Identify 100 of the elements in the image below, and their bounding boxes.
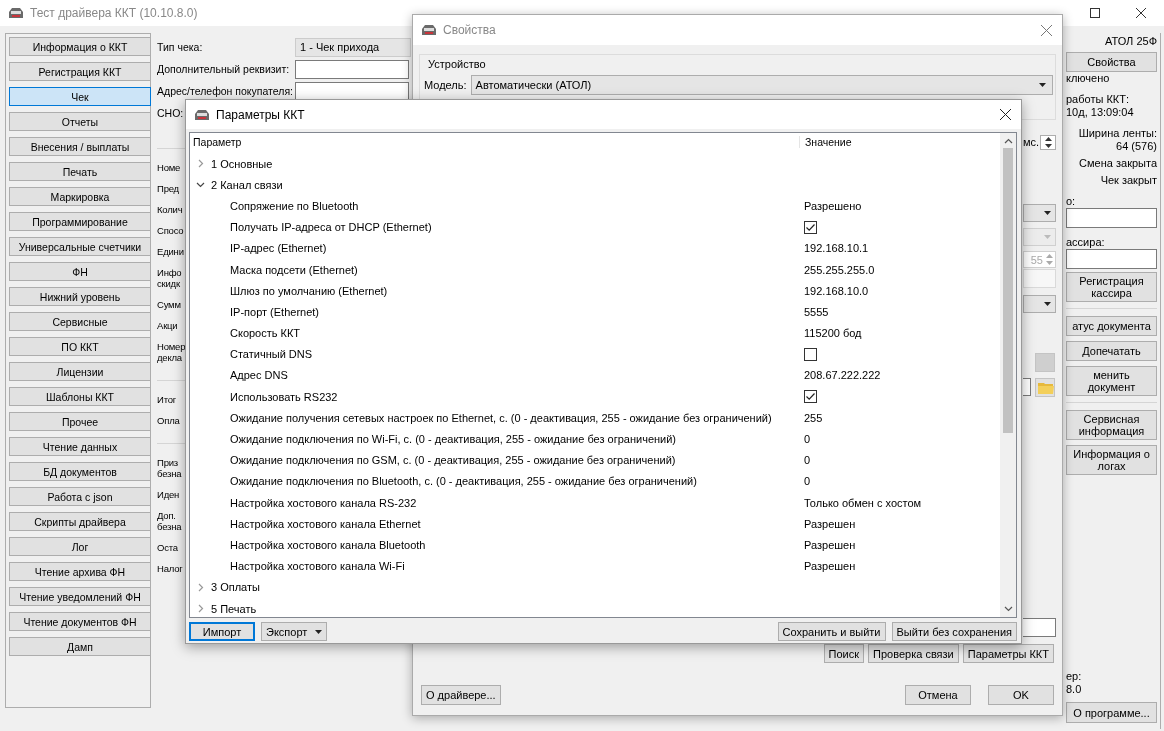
panel-button[interactable]: атус документа <box>1066 316 1157 336</box>
save-and-exit-button[interactable]: Сохранить и выйти <box>777 622 886 641</box>
input-field[interactable] <box>1066 249 1157 269</box>
input-field[interactable] <box>1023 618 1056 637</box>
input-field[interactable] <box>295 59 409 79</box>
dropdown[interactable] <box>1023 295 1056 313</box>
parameter-value[interactable]: 192.168.10.1 <box>804 242 869 255</box>
ok-button[interactable]: OK <box>988 685 1054 705</box>
sidebar-button[interactable]: БД документов <box>9 462 151 481</box>
checkbox[interactable] <box>804 347 817 361</box>
parameter-value[interactable]: 192.168.10.0 <box>804 284 869 297</box>
panel-button[interactable]: менить документ <box>1066 366 1157 396</box>
dialog-title: Свойства <box>443 23 496 37</box>
sidebar-button[interactable]: Отчеты <box>9 112 151 131</box>
tree-group[interactable]: 5 Печать <box>211 602 257 615</box>
sidebar-button[interactable]: Сервисные <box>9 312 151 331</box>
chevron-right-icon[interactable] <box>196 604 205 614</box>
dropdown-arrow-icon <box>1039 83 1046 87</box>
sidebar-button[interactable]: Информация о ККТ <box>9 37 151 56</box>
sidebar-button[interactable]: Внесения / выплаты <box>9 137 151 156</box>
parameter-value[interactable]: 0 <box>804 454 811 467</box>
sidebar-button[interactable]: Чтение данных <box>9 437 151 456</box>
parameter-value[interactable]: Разрешен <box>804 538 856 551</box>
close-icon[interactable] <box>1136 8 1146 18</box>
properties-button[interactable]: Свойства <box>1066 52 1157 72</box>
cancel-button[interactable]: Отмена <box>905 685 971 705</box>
device-model: АТОЛ 25Ф <box>1105 35 1157 48</box>
dialog-button[interactable]: Поиск <box>823 644 865 663</box>
export-button[interactable]: Экспорт <box>261 622 328 641</box>
parameter-value[interactable]: 5555 <box>804 305 829 318</box>
receipt-type-dropdown[interactable]: 1 - Чек прихода <box>295 37 411 57</box>
parameter-value[interactable]: Разрешено <box>804 199 862 212</box>
column-header[interactable]: Параметр <box>190 136 799 148</box>
chevron-right-icon[interactable] <box>196 582 205 592</box>
sidebar-button[interactable]: Нижний уровень <box>9 287 151 306</box>
sidebar-button[interactable]: Чтение документов ФН <box>9 612 151 631</box>
panel-button[interactable]: Регистрация кассира <box>1066 272 1157 302</box>
model-dropdown[interactable]: Автоматически (АТОЛ) <box>470 75 1053 95</box>
chevron-right-icon[interactable] <box>196 159 205 169</box>
chevron-down-icon[interactable] <box>196 180 205 190</box>
spin-control[interactable] <box>1040 135 1056 150</box>
parameter-value[interactable]: Разрешен <box>804 560 856 573</box>
exit-without-saving-button[interactable]: Выйти без сохранения <box>891 622 1017 641</box>
sidebar-button[interactable]: Работа с json <box>9 487 151 506</box>
sidebar-button[interactable]: Чек <box>9 87 151 106</box>
parameter-value[interactable]: Разрешен <box>804 517 856 530</box>
sidebar-button[interactable]: ФН <box>9 262 151 281</box>
dropdown[interactable] <box>1023 204 1056 222</box>
sidebar-button[interactable]: Лицензии <box>9 362 151 381</box>
checkbox[interactable] <box>804 390 817 404</box>
parameter-value[interactable]: 0 <box>804 433 811 446</box>
sidebar-button[interactable]: Лог <box>9 537 151 556</box>
scroll-up-icon[interactable] <box>1003 138 1013 144</box>
input-field[interactable] <box>1023 378 1031 396</box>
panel-button[interactable]: Допечатать <box>1066 341 1157 361</box>
parameter-name: Получать IP-адреса от DHCP (Ethernet) <box>229 221 433 234</box>
folder-icon <box>1038 381 1054 394</box>
dialog-button[interactable]: Проверка связи <box>868 644 959 663</box>
spin-arrows-icon <box>1045 137 1052 148</box>
spin-value: 55 <box>1030 253 1043 266</box>
import-button[interactable]: Импорт <box>189 622 255 641</box>
input-field[interactable] <box>1066 208 1157 228</box>
scrollbar[interactable] <box>1000 133 1016 617</box>
tree-group[interactable]: 2 Канал связи <box>211 178 283 191</box>
about-driver-button[interactable]: О драйвере... <box>421 685 501 705</box>
sidebar-button[interactable]: ПО ККТ <box>9 337 151 356</box>
parameter-value[interactable]: 255 <box>804 411 823 424</box>
field-label: СНО: <box>157 107 184 119</box>
close-icon[interactable] <box>1000 109 1011 120</box>
parameter-value[interactable]: 0 <box>804 475 811 488</box>
sidebar-button[interactable]: Шаблоны ККТ <box>9 387 151 406</box>
parameter-name: Настройка хостового канала Bluetooth <box>229 538 427 551</box>
parameter-value[interactable]: 208.67.222.222 <box>804 369 881 382</box>
tape-width-value: 64 (576) <box>1116 140 1157 153</box>
checkbox[interactable] <box>804 220 817 234</box>
field-label: Пред <box>157 183 180 194</box>
scroll-down-icon[interactable] <box>1003 606 1013 612</box>
sidebar-button[interactable]: Прочее <box>9 412 151 431</box>
parameter-value[interactable]: Только обмен с хостом <box>804 496 922 509</box>
sidebar-button[interactable]: Скрипты драйвера <box>9 512 151 531</box>
dialog-button[interactable]: Параметры ККТ <box>962 644 1054 663</box>
sidebar-button[interactable]: Регистрация ККТ <box>9 62 151 81</box>
about-program-button[interactable]: О программе... <box>1066 702 1157 723</box>
sidebar-button[interactable]: Чтение уведомлений ФН <box>9 587 151 606</box>
parameter-value[interactable]: 255.255.255.0 <box>804 263 875 276</box>
sidebar-button[interactable]: Чтение архива ФН <box>9 562 151 581</box>
field-label: Инфо скидк <box>157 267 182 289</box>
sidebar-button[interactable]: Универсальные счетчики <box>9 237 151 256</box>
panel-button[interactable]: Сервисная информация <box>1066 410 1157 440</box>
sidebar-button[interactable]: Печать <box>9 162 151 181</box>
tree-group[interactable]: 3 Оплаты <box>211 581 260 594</box>
sidebar-button[interactable]: Маркировка <box>9 187 151 206</box>
sidebar-button[interactable]: Дамп <box>9 637 151 656</box>
maximize-icon[interactable] <box>1090 8 1100 18</box>
parameter-name: Использовать RS232 <box>229 390 339 403</box>
tree-group[interactable]: 1 Основные <box>211 157 273 170</box>
panel-button[interactable]: Информация о логах <box>1066 445 1157 475</box>
dialog-title: Параметры ККТ <box>216 107 305 122</box>
sidebar-button[interactable]: Программирование <box>9 212 151 231</box>
parameter-value[interactable]: 115200 бод <box>804 327 862 340</box>
